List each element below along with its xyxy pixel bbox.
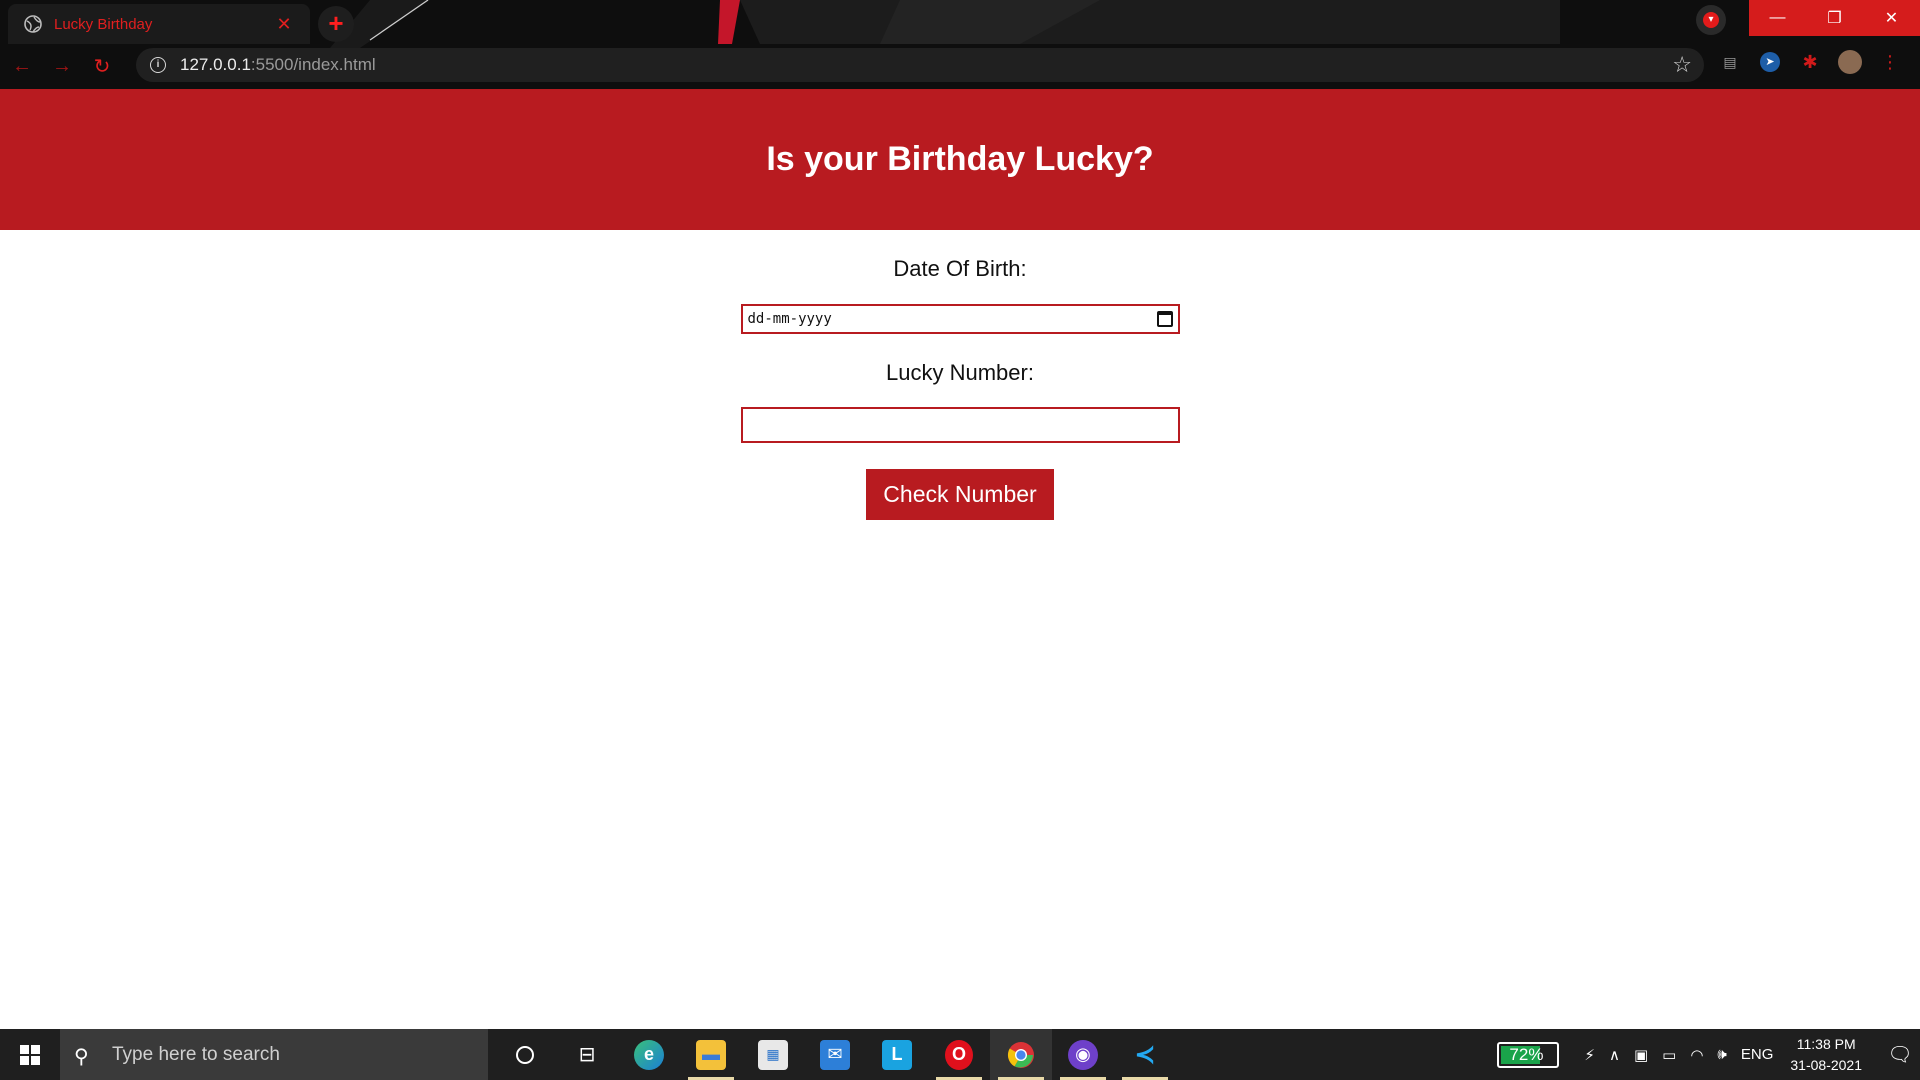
window-controls: — ❐ ✕: [1749, 0, 1920, 36]
language-indicator[interactable]: ENG: [1741, 1046, 1774, 1063]
system-tray: 72% ⚡ ∧ ▣ ▭ ◠ 🕪 ENG 11:38 PM 31-08-2021 …: [1497, 1029, 1920, 1080]
url-host: 127.0.0.1: [180, 55, 251, 74]
file-explorer-icon[interactable]: ▬: [680, 1029, 742, 1080]
cursor-extension-icon[interactable]: ➤: [1758, 50, 1782, 74]
volume-icon[interactable]: 🕪: [1717, 1046, 1726, 1063]
tab-title: Lucky Birthday: [54, 15, 153, 33]
browser-chrome: Lucky Birthday ✕ + ▾ — ❐ ✕ ← → ↻ i 127.0…: [0, 0, 1920, 89]
store-icon[interactable]: ▦: [742, 1029, 804, 1080]
chrome-icon[interactable]: [990, 1029, 1052, 1080]
reading-list-icon[interactable]: ▤: [1718, 50, 1742, 74]
battery-level: 72%: [1501, 1045, 1543, 1064]
mail-icon[interactable]: ✉: [804, 1029, 866, 1080]
address-bar[interactable]: i 127.0.0.1 :5500/index.html ☆: [136, 48, 1704, 82]
windows-logo-icon: [20, 1044, 40, 1065]
cortana-icon[interactable]: [494, 1029, 556, 1080]
meet-now-icon[interactable]: ▣: [1634, 1046, 1648, 1064]
chevron-up-icon[interactable]: ∧: [1609, 1046, 1620, 1064]
github-desktop-icon[interactable]: ◉: [1052, 1029, 1114, 1080]
avatar[interactable]: [1838, 50, 1862, 74]
lucky-number-input[interactable]: [740, 407, 1180, 443]
search-placeholder: Type here to search: [112, 1043, 280, 1065]
tab-close-icon[interactable]: ✕: [274, 14, 294, 35]
edge-icon[interactable]: e: [618, 1029, 680, 1080]
puzzle-extensions-icon[interactable]: ✱: [1798, 50, 1822, 74]
pinned-apps: ⊟ e ▬ ▦ ✉ L O ◉ ≺: [494, 1029, 1176, 1080]
check-number-button[interactable]: Check Number: [866, 469, 1054, 520]
info-icon[interactable]: i: [150, 57, 166, 73]
minimize-button[interactable]: —: [1749, 0, 1806, 36]
task-view-icon[interactable]: ⊟: [556, 1029, 618, 1080]
wifi-icon[interactable]: ◠: [1690, 1046, 1703, 1064]
windows-taskbar: ⚲ Type here to search ⊟ e ▬ ▦ ✉ L O ◉ ≺ …: [0, 1029, 1920, 1080]
tab-lucky-birthday[interactable]: Lucky Birthday ✕: [8, 4, 310, 44]
bookmark-star-icon[interactable]: ☆: [1672, 52, 1692, 78]
page-title: Is your Birthday Lucky?: [766, 140, 1154, 178]
close-button[interactable]: ✕: [1863, 0, 1920, 36]
dob-label: Date Of Birth:: [893, 256, 1027, 281]
globe-icon: [24, 15, 42, 33]
extensions-area: ▤ ➤ ✱ ⋮: [1718, 50, 1902, 74]
lucky-form: Date Of Birth: dd-mm-yyyy Lucky Number: …: [0, 230, 1920, 520]
app-l-icon[interactable]: L: [866, 1029, 928, 1080]
clock-date: 31-08-2021: [1790, 1056, 1862, 1073]
plug-icon: ⚡: [1584, 1046, 1595, 1064]
restore-button[interactable]: ❐: [1806, 0, 1863, 36]
calendar-icon[interactable]: [1156, 311, 1173, 327]
new-tab-button[interactable]: +: [318, 6, 354, 42]
dob-placeholder: dd-mm-yyyy: [747, 311, 832, 327]
clock[interactable]: 11:38 PM 31-08-2021: [1790, 1034, 1862, 1076]
reload-icon[interactable]: ↻: [84, 48, 120, 84]
back-icon[interactable]: ←: [4, 48, 40, 84]
extension-badge-icon[interactable]: ▾: [1696, 5, 1726, 35]
web-page: Is your Birthday Lucky? Date Of Birth: d…: [0, 89, 1920, 1029]
chrome-logo-icon: [1007, 1041, 1034, 1068]
dob-date-input[interactable]: dd-mm-yyyy: [740, 304, 1180, 334]
taskbar-search[interactable]: ⚲ Type here to search: [60, 1029, 488, 1080]
opera-icon[interactable]: O: [928, 1029, 990, 1080]
lucky-number-label: Lucky Number:: [886, 360, 1034, 385]
page-header: Is your Birthday Lucky?: [0, 89, 1920, 230]
browser-toolbar: ← → ↻ i 127.0.0.1 :5500/index.html ☆ ▤ ➤…: [0, 46, 1920, 86]
battery-icon[interactable]: ▭: [1662, 1046, 1676, 1064]
battery-indicator[interactable]: 72%: [1497, 1041, 1560, 1068]
vscode-icon[interactable]: ≺: [1114, 1029, 1176, 1080]
clock-time: 11:38 PM: [1796, 1035, 1856, 1052]
url-path: :5500/index.html: [250, 55, 376, 74]
notification-icon[interactable]: 🗨: [1880, 1029, 1920, 1080]
forward-icon[interactable]: →: [44, 48, 80, 84]
start-button[interactable]: [0, 1029, 60, 1080]
search-icon: ⚲: [74, 1045, 89, 1068]
menu-kebab-icon[interactable]: ⋮: [1878, 50, 1902, 74]
